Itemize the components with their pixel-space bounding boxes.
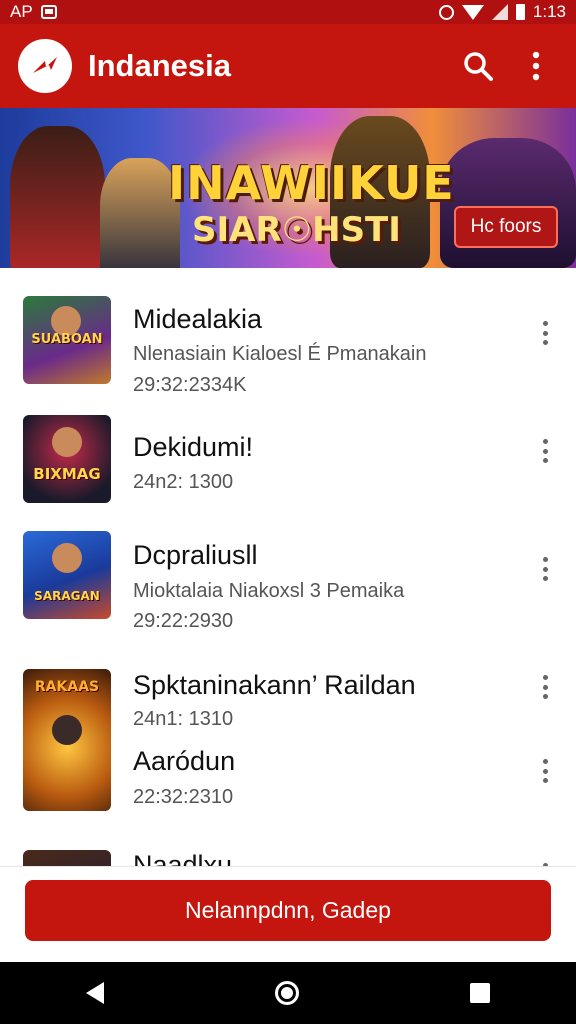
item-meta: 24n2: 1300 — [133, 471, 234, 493]
game-list: SUABOAN Midealakia Nlenasiain Kialoesl É… — [0, 268, 576, 866]
game-thumbnail: SARAGAN — [23, 531, 111, 619]
item-secondary-title: Aaródun — [133, 746, 236, 776]
more-vert-icon[interactable] — [514, 44, 558, 88]
item-subtitle: Nlenasiain Kialoesl É Pmanakain — [133, 343, 427, 365]
app-logo-icon — [18, 39, 72, 93]
status-left-text: AP — [10, 2, 33, 21]
item-title: Spktaninakann’ Raildan — [133, 670, 416, 700]
search-icon[interactable] — [456, 44, 500, 88]
item-more-icon[interactable] — [532, 318, 558, 348]
alarm-icon — [438, 4, 454, 20]
game-thumbnail — [23, 850, 111, 866]
back-icon[interactable] — [85, 982, 104, 1004]
banner-title: INAWIIKUE — [168, 156, 455, 210]
game-thumbnail: RAKAAS — [23, 669, 111, 811]
banner-subtitle: SIAR☉HSTI — [192, 210, 401, 250]
primary-action-button[interactable]: Nelannpdnn, Gadep — [25, 880, 551, 941]
item-meta: 24n1: 1310 — [133, 708, 234, 730]
item-secondary-meta: 22:32:2310 — [133, 786, 234, 808]
item-title: Dcpraliusll — [133, 540, 258, 570]
list-item[interactable]: RAKAAS Spktaninakann’ Raildan 24n1: 1310… — [0, 650, 576, 818]
wifi-icon — [461, 4, 484, 20]
banner-hero-figure — [10, 126, 105, 268]
recent-apps-icon[interactable] — [470, 983, 491, 1003]
item-title: Naadlxu — [133, 850, 233, 866]
item-meta: 29:32:2334K — [133, 374, 247, 396]
item-secondary-more-icon[interactable] — [532, 756, 558, 786]
status-time: 1:13 — [532, 2, 566, 21]
list-item[interactable]: SUABOAN Midealakia Nlenasiain Kialoesl É… — [0, 268, 576, 404]
game-thumbnail: BIXMAG — [23, 415, 111, 503]
item-subtitle: Mioktalaia Niakoxsl 3 Pemaika — [133, 580, 405, 602]
banner-button[interactable]: Hc foors — [454, 206, 558, 248]
list-item[interactable]: SARAGAN Dcpraliusll Mioktalaia Niakoxsl … — [0, 520, 576, 650]
signal-icon — [491, 4, 508, 20]
banner-crowd-figures — [440, 138, 576, 268]
list-item[interactable]: Naadlxu — [0, 848, 576, 866]
item-more-icon[interactable] — [532, 554, 558, 584]
status-bar: AP 1:13 — [0, 0, 576, 24]
home-icon[interactable] — [274, 981, 299, 1005]
item-more-icon[interactable] — [532, 436, 558, 466]
notification-icon — [40, 5, 57, 19]
item-more-icon[interactable] — [532, 672, 558, 702]
game-thumbnail: SUABOAN — [23, 296, 111, 384]
item-meta: 29:22:2930 — [133, 610, 234, 632]
battery-icon — [515, 4, 525, 20]
list-item[interactable]: BIXMAG Dekidumi! 24n2: 1300 — [0, 404, 576, 520]
app-bar: Indanesia — [0, 24, 576, 108]
system-nav-bar — [0, 962, 576, 1024]
item-title: Dekidumi! — [133, 432, 254, 462]
item-title: Midealakia — [133, 304, 263, 334]
app-title: Indanesia — [88, 48, 231, 83]
